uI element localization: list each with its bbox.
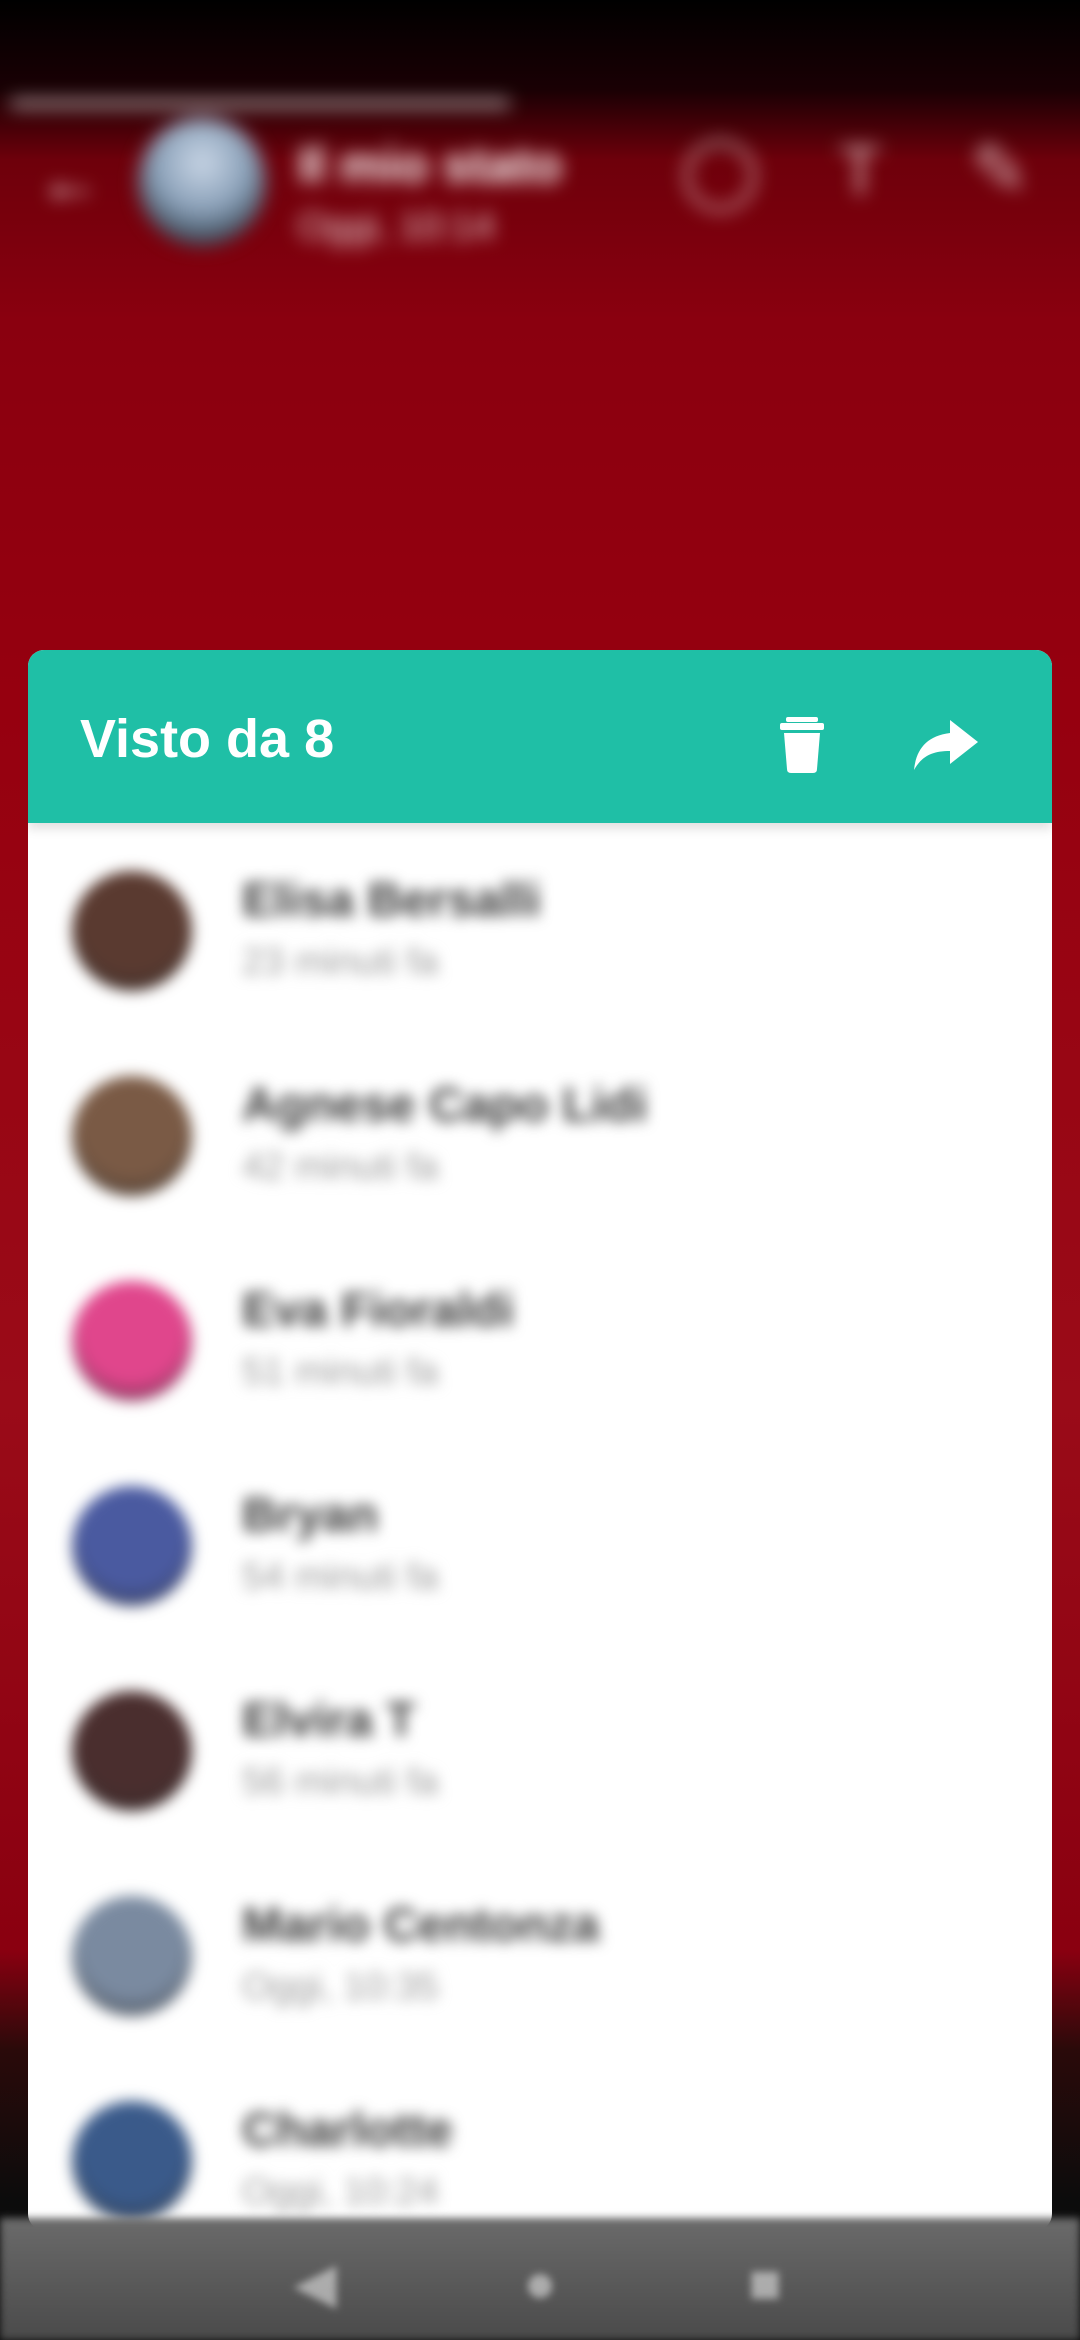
- viewer-name: Elisa Bersalli: [242, 874, 541, 927]
- avatar: [72, 1896, 192, 2016]
- system-navbar: ◀ ● ■: [0, 2218, 1080, 2340]
- avatar: [72, 871, 192, 991]
- text-icon[interactable]: T: [820, 130, 900, 210]
- back-arrow-icon[interactable]: ←: [38, 148, 102, 212]
- avatar: [72, 1076, 192, 1196]
- avatar: [72, 1281, 192, 1401]
- viewer-time: Oggi, 10:24: [242, 2171, 439, 2213]
- status-viewer-screen: ← Il mio stato Oggi, 10:14 ◯ T ✎ Visto d…: [0, 0, 1080, 2340]
- pencil-icon[interactable]: ✎: [960, 130, 1040, 210]
- viewer-name: Bryan: [242, 1489, 379, 1542]
- dialog-title: Visto da 8: [80, 709, 335, 769]
- viewer-time: 42 minuti fa: [242, 1146, 439, 1188]
- viewer-row[interactable]: Charlotte Oggi, 10:24: [28, 2053, 1052, 2230]
- delete-button[interactable]: [757, 700, 847, 790]
- dialog-header: Visto da 8: [28, 650, 1052, 823]
- viewers-dialog: Visto da 8 Elisa Bersalli 23 minuti fa A…: [28, 650, 1052, 2230]
- viewer-row[interactable]: Elisa Bersalli 23 minuti fa: [28, 823, 1052, 1028]
- viewers-list: Elisa Bersalli 23 minuti fa Agnese Capo Li…: [28, 823, 1052, 2230]
- trash-icon: [778, 717, 826, 773]
- status-title: Il mio stato: [298, 137, 562, 193]
- recents-icon[interactable]: ■: [730, 2248, 800, 2318]
- status-time: Oggi, 10:14: [298, 206, 495, 248]
- viewer-time: 56 minuti fa: [242, 1761, 439, 1803]
- viewer-name: Elvira T: [242, 1694, 416, 1747]
- viewer-time: 54 minuti fa: [242, 1556, 439, 1598]
- forward-button[interactable]: [901, 700, 991, 790]
- viewer-row[interactable]: Elvira T 56 minuti fa: [28, 1643, 1052, 1848]
- viewer-time: 23 minuti fa: [242, 941, 439, 983]
- viewer-time: Oggi, 10:35: [242, 1966, 439, 2008]
- back-icon[interactable]: ◀: [280, 2248, 350, 2318]
- viewer-name: Mario Centonza: [242, 1899, 600, 1952]
- status-header: ← Il mio stato Oggi, 10:14 ◯ T ✎: [0, 0, 1080, 260]
- viewer-row[interactable]: Mario Centonza Oggi, 10:35: [28, 1848, 1052, 2053]
- viewer-row[interactable]: Agnese Capo Lidi 42 minuti fa: [28, 1028, 1052, 1233]
- avatar: [72, 1486, 192, 1606]
- forward-icon: [914, 720, 978, 770]
- avatar: [138, 118, 266, 246]
- status-progress-bar: [10, 100, 510, 107]
- avatar: [72, 2101, 192, 2221]
- viewer-time: 51 minuti fa: [242, 1351, 439, 1393]
- viewer-row[interactable]: Eva Fioraldi 51 minuti fa: [28, 1233, 1052, 1438]
- viewer-name: Charlotte: [242, 2104, 453, 2157]
- home-icon[interactable]: ●: [505, 2248, 575, 2318]
- eye-icon[interactable]: ◯: [680, 130, 760, 210]
- avatar: [72, 1691, 192, 1811]
- viewer-row[interactable]: Bryan 54 minuti fa: [28, 1438, 1052, 1643]
- viewer-name: Agnese Capo Lidi: [242, 1079, 648, 1132]
- viewer-name: Eva Fioraldi: [242, 1284, 515, 1337]
